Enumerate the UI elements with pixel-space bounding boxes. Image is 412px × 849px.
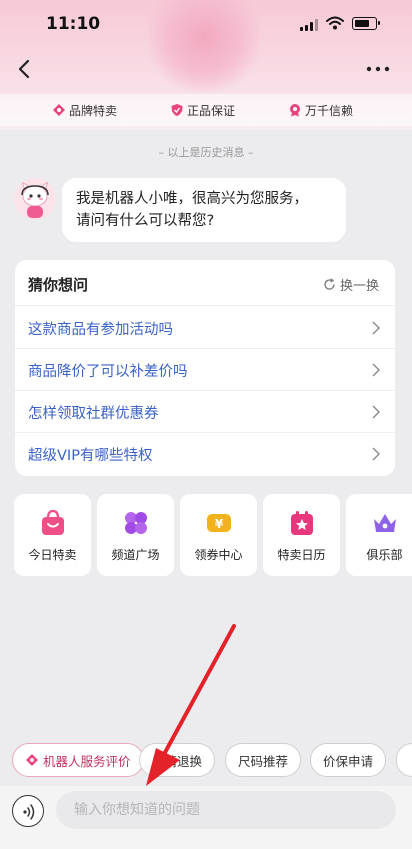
- voice-button[interactable]: [12, 795, 44, 827]
- question-text: 怎样领取社群优惠券: [28, 406, 159, 422]
- chip-label: 尺码推荐: [238, 753, 289, 769]
- chevron-right-icon: [372, 447, 380, 461]
- shortcut-channel-plaza[interactable]: 频道广场: [97, 494, 174, 576]
- question-item[interactable]: 怎样领取社群优惠券: [15, 391, 395, 433]
- quick-reply-row: 机器人服务评价 申请退换 尺码推荐 价保申请: [0, 743, 412, 779]
- shortcut-club[interactable]: 俱乐部: [346, 494, 412, 576]
- chip-robot-rating[interactable]: 机器人服务评价: [12, 743, 144, 777]
- coupon-icon: ¥: [207, 514, 231, 532]
- robot-avatar: [14, 178, 56, 220]
- battery-icon: [352, 17, 380, 30]
- chip-label: 价保申请: [323, 753, 374, 769]
- wifi-icon: [326, 16, 344, 30]
- refresh-label: 换一换: [339, 279, 379, 294]
- shortcut-label: 频道广场: [111, 548, 160, 562]
- history-tip: – 以上是历史消息 –: [158, 146, 254, 159]
- message-input[interactable]: [56, 791, 396, 829]
- chip-price-protection[interactable]: 价保申请: [310, 743, 387, 777]
- chip-return-exchange[interactable]: 申请退换: [139, 743, 216, 777]
- bot-message-line: 请问有什么可以帮您?: [76, 213, 215, 229]
- more-icon[interactable]: [364, 58, 392, 80]
- svg-text:¥: ¥: [215, 517, 224, 531]
- signal-icon: [300, 18, 320, 31]
- chevron-right-icon: [372, 363, 380, 377]
- chip-size-recommend[interactable]: 尺码推荐: [225, 743, 302, 777]
- question-item[interactable]: 这款商品有参加活动吗: [15, 307, 395, 349]
- clover-icon: [125, 512, 147, 534]
- gift-bag-icon: [42, 509, 64, 535]
- robot-avatar-icon: [14, 178, 56, 220]
- shortcut-today-sale[interactable]: 今日特卖: [14, 494, 91, 576]
- back-icon[interactable]: [14, 58, 36, 80]
- chevron-right-icon: [372, 321, 380, 335]
- question-item[interactable]: 超级VIP有哪些特权: [15, 433, 395, 475]
- trust-strip: 品牌特卖 正品保证 万千信赖: [0, 94, 412, 126]
- shortcut-label: 特卖日历: [277, 548, 326, 562]
- calendar-star-icon: [291, 511, 313, 535]
- question-text: 商品降价了可以补差价吗: [28, 364, 188, 380]
- chip-label: 申请退换: [152, 753, 203, 769]
- brand-tag-icon: [53, 104, 65, 116]
- trust-badge-genuine: 正品保证: [170, 101, 235, 119]
- suggested-questions-header: 猜你想问 换一换: [15, 260, 395, 306]
- shortcut-sale-calendar[interactable]: 特卖日历: [263, 494, 340, 576]
- chip-label: 机器人服务评价: [43, 753, 131, 769]
- suggested-questions-title: 猜你想问: [28, 276, 89, 294]
- input-bar: [0, 786, 412, 849]
- trust-badge-label: 品牌特卖: [69, 103, 118, 118]
- refresh-icon: [324, 278, 335, 290]
- trust-badge-label: 万千信赖: [305, 103, 354, 118]
- refresh-button[interactable]: 换一换: [323, 275, 379, 294]
- shortcut-label: 俱乐部: [366, 548, 403, 562]
- trust-badge-brand: 品牌特卖: [52, 101, 117, 119]
- bot-message-line: 我是机器人小唯，很高兴为您服务，: [76, 191, 308, 207]
- shortcut-row: 今日特卖 频道广场 ¥ 领券中心 特卖日历 俱乐部: [14, 494, 412, 576]
- shortcut-coupon-center[interactable]: ¥ 领券中心: [180, 494, 257, 576]
- crown-icon: [374, 514, 396, 532]
- medal-icon: [290, 104, 300, 117]
- voice-icon: [23, 804, 35, 820]
- question-item[interactable]: 商品降价了可以补差价吗: [15, 349, 395, 391]
- trust-badge-trust: 万千信赖: [288, 101, 353, 119]
- question-text: 超级VIP有哪些特权: [28, 448, 153, 464]
- status-time: 11:10: [46, 14, 101, 34]
- question-text: 这款商品有参加活动吗: [28, 322, 173, 338]
- shield-icon: [171, 104, 183, 116]
- shortcut-label: 今日特卖: [28, 548, 77, 562]
- chevron-right-icon: [372, 405, 380, 419]
- rating-icon: [26, 754, 38, 766]
- status-bar: 11:10: [0, 0, 412, 48]
- suggested-questions-card: 猜你想问 换一换 这款商品有参加活动吗 商品降价了可以补差价吗 怎样领取社群优惠…: [15, 260, 395, 476]
- trust-badge-label: 正品保证: [187, 103, 236, 118]
- shortcut-label: 领券中心: [194, 548, 243, 562]
- chip-more[interactable]: [396, 743, 412, 777]
- bot-message-bubble: 我是机器人小唯，很高兴为您服务， 请问有什么可以帮您?: [62, 178, 346, 242]
